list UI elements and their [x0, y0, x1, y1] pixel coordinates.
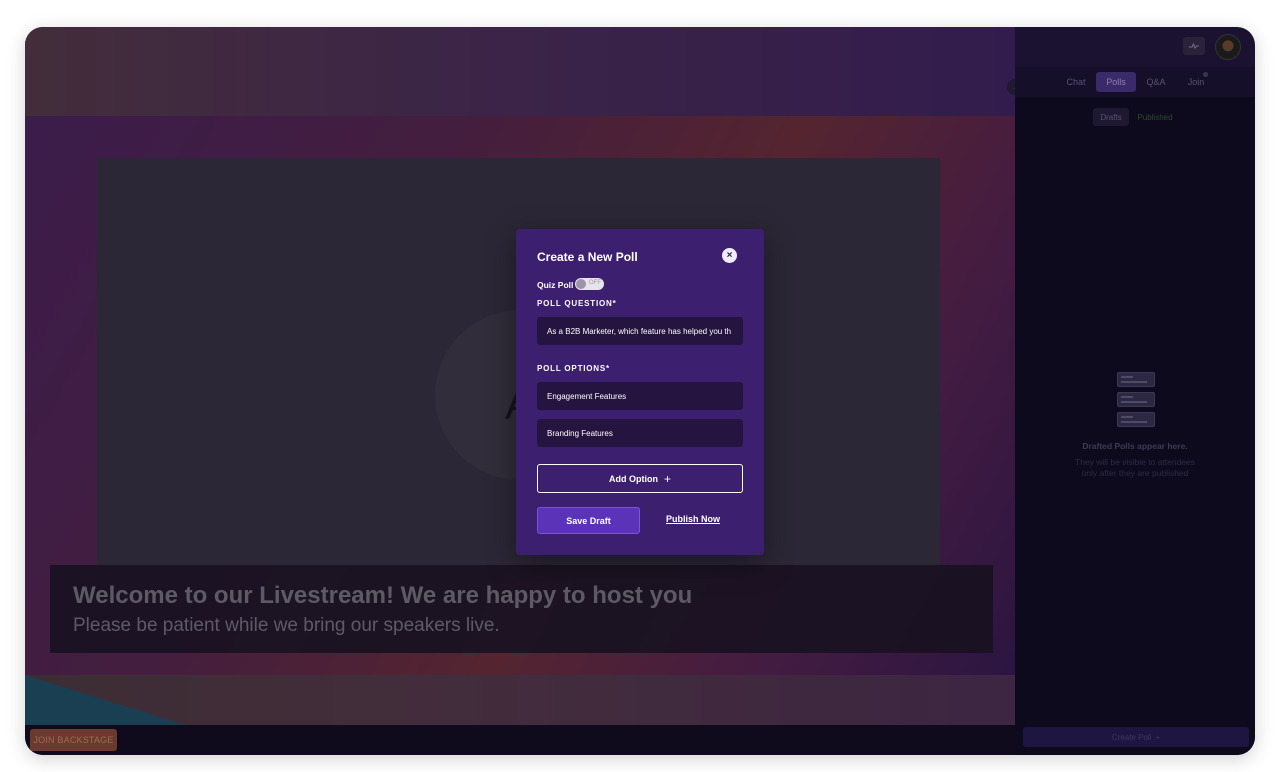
toggle-knob	[576, 279, 586, 289]
poll-option-input-2[interactable]: Branding Features	[537, 419, 743, 447]
app-window: A Welcome to our Livestream! We are happ…	[25, 27, 1255, 755]
plus-icon: +	[1155, 732, 1161, 742]
tab-qa[interactable]: Q&A	[1141, 72, 1171, 92]
create-poll-label: Create Poll	[1111, 732, 1152, 742]
empty-state-subtitle: They will be visible to attendees only a…	[1075, 457, 1196, 478]
add-option-button[interactable]: Add Option +	[537, 464, 743, 493]
avatar[interactable]	[1215, 34, 1241, 60]
poll-question-input[interactable]: As a B2B Marketer, which feature has hel…	[537, 317, 743, 345]
empty-polls-illustration	[1117, 372, 1155, 432]
tab-chat[interactable]: Chat	[1061, 72, 1091, 92]
poll-options-label: POLL OPTIONS*	[537, 364, 610, 373]
empty-state-title: Drafted Polls appear here.	[1082, 441, 1188, 451]
sidebar-panel: → Chat Polls Q&A Join Drafts Published D…	[1007, 67, 1255, 755]
poll-question-label: POLL QUESTION*	[537, 299, 617, 308]
stage-bottom-bar: JOIN BACKSTAGE	[25, 725, 1015, 755]
save-draft-button[interactable]: Save Draft	[537, 507, 640, 534]
tab-polls[interactable]: Polls	[1096, 72, 1136, 92]
top-right-controls	[1015, 27, 1255, 67]
create-poll-button[interactable]: Create Poll +	[1023, 727, 1249, 747]
add-option-label: Add Option	[608, 473, 658, 484]
subtab-published[interactable]: Published	[1135, 108, 1175, 126]
quiz-poll-toggle[interactable]: OFF	[575, 278, 604, 290]
create-poll-modal: Create a New Poll × Quiz Poll OFF POLL Q…	[516, 229, 764, 555]
join-backstage-button[interactable]: JOIN BACKSTAGE	[30, 729, 117, 751]
sidebar-tabs: Chat Polls Q&A Join	[1015, 67, 1255, 97]
toggle-state-text: OFF	[589, 280, 601, 286]
quiz-poll-label: Quiz Poll	[537, 280, 574, 290]
modal-title: Create a New Poll	[537, 250, 638, 264]
subtab-drafts[interactable]: Drafts	[1093, 108, 1129, 126]
notification-dot	[1203, 72, 1208, 77]
poll-option-input-1[interactable]: Engagement Features	[537, 382, 743, 410]
signal-icon[interactable]	[1183, 37, 1205, 55]
plus-icon: +	[663, 471, 671, 486]
publish-now-link[interactable]: Publish Now	[666, 514, 720, 524]
close-icon[interactable]: ×	[722, 248, 737, 263]
